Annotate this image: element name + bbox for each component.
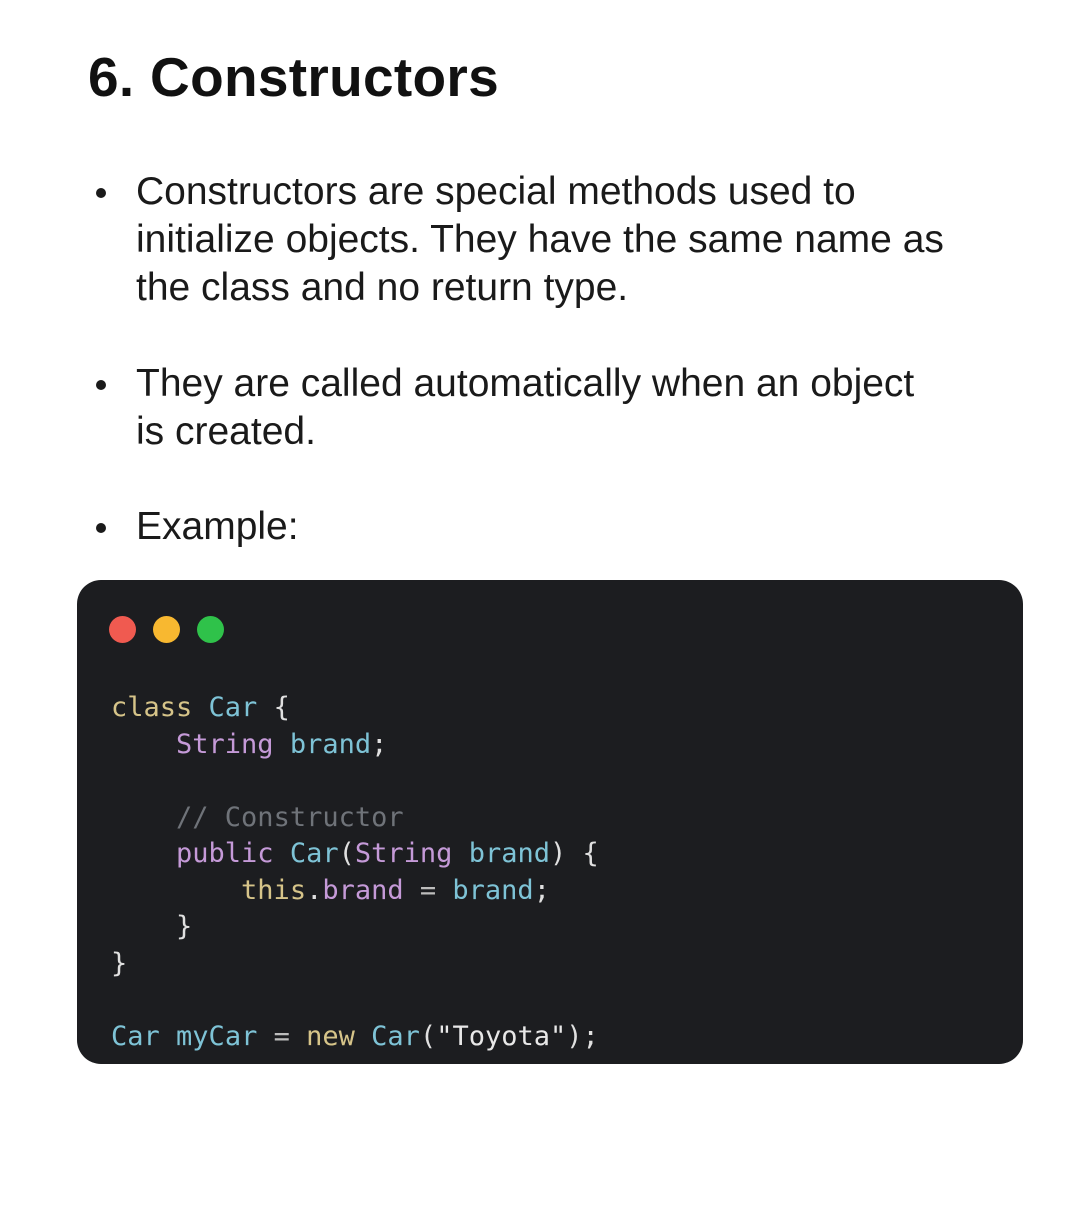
code-token: brand [322, 874, 404, 906]
page-title: 6. Constructors [88, 46, 499, 108]
code-line: public Car(String brand) { [111, 836, 599, 873]
code-line: // Constructor [111, 800, 599, 837]
code-token: Car [111, 1020, 160, 1052]
code-token: myCar [176, 1020, 258, 1052]
code-token: ; [533, 874, 550, 906]
code-token: String [176, 728, 274, 760]
code-token: this [241, 874, 307, 906]
code-token: String [354, 838, 453, 869]
code-token: = [403, 874, 453, 906]
code-token: } [111, 947, 128, 979]
code-token: "Toyota" [436, 1020, 567, 1052]
bullet-text: Constructors are special methods used to… [136, 170, 944, 309]
bullet-text: Example: [136, 505, 299, 548]
code-token: brand [468, 838, 550, 869]
code-token: . [306, 874, 323, 906]
code-token: Car [371, 1020, 420, 1052]
code-token: } [176, 911, 193, 942]
code-token: = [257, 1020, 307, 1052]
code-block: class Car { String brand; // Constructor… [111, 690, 599, 1055]
code-token: ( [419, 1020, 437, 1052]
code-token: brand [452, 874, 534, 906]
code-line: Car myCar = new Car("Toyota"); [111, 1019, 599, 1056]
code-token: ; [371, 728, 388, 760]
bullet-dot-icon [96, 380, 106, 390]
code-token: ) { [549, 838, 599, 869]
code-line: } [111, 946, 599, 983]
maximize-dot-icon [197, 616, 224, 643]
code-token: public [176, 838, 274, 869]
code-line: String brand; [111, 727, 599, 764]
code-token: class [111, 692, 193, 723]
bullet-dot-icon [96, 523, 106, 533]
bullet-item: They are called automatically when an ob… [92, 360, 1032, 456]
bullet-item: Example: [92, 503, 1032, 551]
code-token: brand [289, 728, 372, 760]
minimize-dot-icon [153, 616, 180, 643]
close-dot-icon [109, 616, 136, 643]
code-token: ( [338, 838, 355, 869]
bullet-dot-icon [96, 188, 106, 198]
code-line: class Car { [111, 690, 599, 727]
code-token: Car [289, 838, 339, 869]
code-window: class Car { String brand; // Constructor… [77, 580, 1023, 1064]
code-token: new [306, 1020, 355, 1052]
bullet-item: Constructors are special methods used to… [92, 168, 1032, 312]
code-line: } [111, 909, 599, 946]
code-token: ); [566, 1020, 599, 1052]
code-token: { [257, 692, 290, 723]
bullet-text: They are called automatically when an ob… [136, 362, 915, 453]
code-line: this.brand = brand; [111, 873, 599, 910]
window-controls [109, 616, 224, 643]
code-token: Car [208, 692, 258, 723]
code-token: // Constructor [176, 801, 404, 833]
